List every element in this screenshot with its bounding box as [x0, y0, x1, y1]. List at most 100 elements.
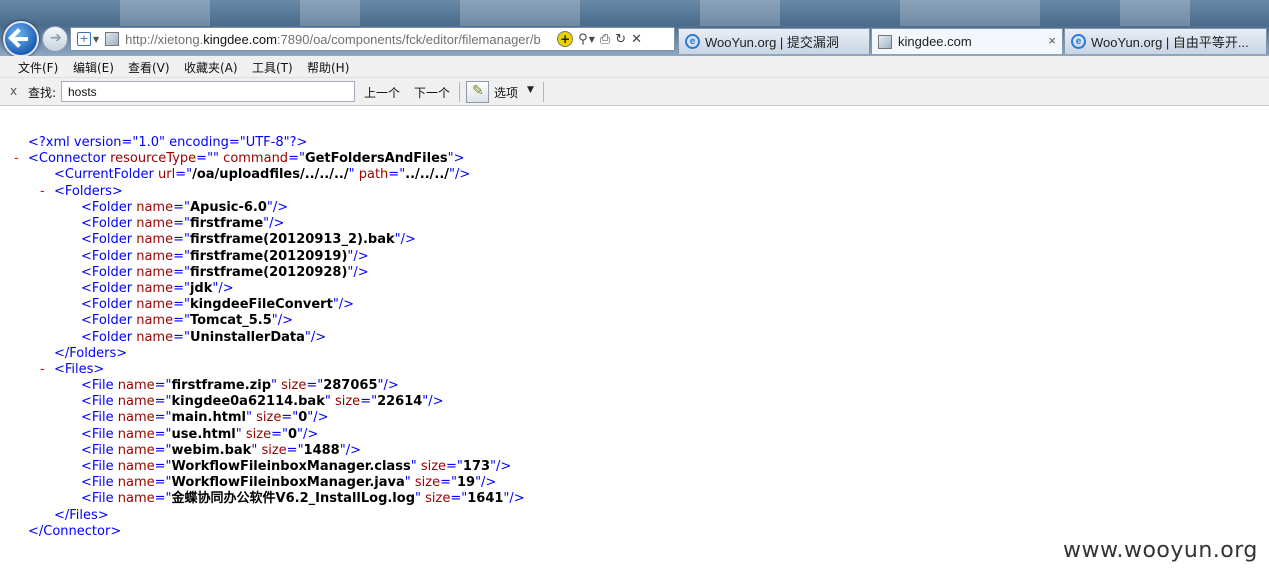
menu-favorites[interactable]: 收藏夹(A) — [184, 59, 238, 76]
file-name: WorkflowFileinboxManager.class — [171, 459, 411, 474]
folder-name: firstframe(20120913_2).bak — [189, 232, 395, 248]
file-size: 1488 — [303, 442, 340, 458]
file-name: main.html — [171, 410, 246, 426]
menu-bar: 文件(F) 编辑(E) 查看(V) 收藏夹(A) 工具(T) 帮助(H) — [0, 56, 1269, 78]
close-icon[interactable]: × — [1048, 33, 1056, 48]
connector-close-tag: </Connector> — [28, 524, 122, 539]
menu-view[interactable]: 查看(V) — [128, 59, 170, 76]
url-domain: kingdee.com — [203, 31, 277, 47]
file-size: 19 — [456, 475, 476, 491]
forward-button[interactable]: ➔ — [42, 26, 68, 52]
menu-help[interactable]: 帮助(H) — [307, 59, 349, 76]
file-entry: <File name="kingdee0a62114.bak" size="22… — [81, 394, 444, 410]
current-folder-tag: <CurrentFolder url="/oa/uploadfiles/../.… — [54, 167, 471, 182]
file-name: kingdee0a62114.bak — [171, 394, 325, 410]
folder-entry: <Folder name="jdk"/> — [81, 281, 234, 296]
folder-entry: <Folder name="Tomcat_5.5"/> — [81, 313, 294, 329]
file-name: WorkflowFileinboxManager.java — [171, 475, 405, 491]
tab-title: WooYun.org | 自由平等开... — [1091, 35, 1249, 50]
files-open-tag: <Files> — [54, 362, 105, 377]
folder-name: UninstallerData — [189, 329, 305, 345]
tab-title: kingdee.com — [898, 34, 972, 49]
folders-close-tag: </Folders> — [54, 346, 128, 361]
file-entry: <File name="金蝶协同办公软件V6.2_InstallLog.log"… — [81, 491, 525, 507]
watermark: www.wooyun.org — [1063, 538, 1258, 563]
folder-name: firstframe — [189, 216, 264, 232]
address-bar[interactable]: + ▼ http://xietong.kingdee.com:7890/oa/c… — [70, 27, 675, 51]
stop-icon[interactable]: ✕ — [631, 32, 642, 47]
file-name: 金蝶协同办公软件V6.2_InstallLog.log — [171, 491, 416, 507]
folders-open-tag: <Folders> — [54, 184, 123, 199]
collapse-toggle-connector[interactable]: - — [14, 151, 19, 167]
files-close-tag: </Files> — [54, 508, 109, 523]
find-next-button[interactable]: 下一个 — [414, 84, 450, 101]
file-size: 287065 — [323, 378, 378, 393]
tab-wooyun-submit[interactable]: e WooYun.org | 提交漏洞 — [678, 28, 870, 54]
folder-name: firstframe(20120919) — [189, 248, 348, 264]
back-button[interactable] — [3, 21, 39, 57]
folder-name: firstframe(20120928) — [189, 264, 348, 280]
current-folder-path: ../../../ — [405, 167, 450, 182]
divider — [543, 82, 544, 102]
ie-icon: e — [1071, 34, 1086, 49]
search-dropdown-icon[interactable]: ▼ — [589, 35, 595, 44]
forward-arrow-icon: ➔ — [50, 30, 62, 46]
menu-file[interactable]: 文件(F) — [18, 59, 58, 76]
folder-entry: <Folder name="firstframe(20120913_2).bak… — [81, 232, 416, 248]
tab-wooyun-home[interactable]: e WooYun.org | 自由平等开... — [1064, 28, 1267, 54]
folder-entry: <Folder name="firstframe(20120928)"/> — [81, 264, 369, 280]
chevron-down-icon[interactable]: ▼ — [527, 85, 534, 95]
refresh-icon[interactable]: ↻ — [615, 32, 626, 47]
file-size: 0 — [298, 410, 308, 426]
divider — [459, 82, 460, 102]
file-size: 1641 — [467, 491, 504, 507]
ie-icon: e — [685, 34, 700, 49]
options-button[interactable]: 选项 — [494, 84, 518, 101]
file-size: 0 — [287, 426, 298, 442]
connector-open-tag: <Connector resourceType="" command="GetF… — [28, 151, 465, 166]
find-bar: x 查找: 上一个 下一个 ✎ 选项 ▼ — [0, 78, 1269, 106]
collapse-toggle-folders[interactable]: - — [40, 184, 45, 200]
folder-entry: <Folder name="UninstallerData"/> — [81, 329, 327, 345]
folder-name: kingdeeFileConvert — [189, 297, 333, 313]
compat-page-icon[interactable]: ⎙ — [600, 32, 610, 47]
find-previous-button[interactable]: 上一个 — [364, 84, 400, 101]
file-size: 173 — [462, 459, 491, 474]
folder-entry: <Folder name="firstframe"/> — [81, 216, 285, 232]
file-entry: <File name="firstframe.zip" size="287065… — [81, 378, 399, 393]
file-entry: <File name="WorkflowFileinboxManager.cla… — [81, 459, 512, 474]
file-entry: <File name="WorkflowFileinboxManager.jav… — [81, 475, 497, 491]
file-name: use.html — [171, 426, 236, 442]
file-name: firstframe.zip — [171, 378, 271, 393]
file-entry: <File name="main.html" size="0"/> — [81, 410, 329, 426]
find-input[interactable] — [61, 81, 355, 102]
folder-name: Tomcat_5.5 — [189, 313, 272, 329]
menu-edit[interactable]: 编辑(E) — [73, 59, 114, 76]
page-icon — [878, 34, 892, 49]
menu-tools[interactable]: 工具(T) — [252, 59, 293, 76]
collapse-toggle-files[interactable]: - — [40, 362, 45, 378]
file-entry: <File name="use.html" size="0"/> — [81, 426, 319, 442]
folder-entry: <Folder name="Apusic-6.0"/> — [81, 200, 289, 215]
close-icon[interactable]: x — [10, 84, 17, 98]
highlighter-icon: ✎ — [472, 83, 484, 99]
chevron-down-icon[interactable]: ▼ — [93, 35, 99, 44]
xml-document: <?xml version="1.0" encoding="UTF-8"?> -… — [0, 107, 1269, 580]
file-size: 22614 — [377, 394, 423, 410]
tab-title: WooYun.org | 提交漏洞 — [705, 35, 839, 50]
tab-kingdee[interactable]: kingdee.com × — [871, 28, 1063, 54]
command-value: GetFoldersAndFiles — [304, 151, 448, 166]
title-bar: ➔ + ▼ http://xietong.kingdee.com:7890/oa… — [0, 0, 1269, 57]
compatibility-view-icon[interactable]: + — [557, 31, 574, 47]
add-favorite-icon[interactable]: + — [77, 32, 91, 46]
url-text[interactable]: http://xietong.kingdee.com:7890/oa/compo… — [125, 32, 555, 47]
search-icon[interactable]: ⚲ — [578, 32, 588, 47]
site-favicon-icon — [105, 32, 120, 46]
browser-window: ➔ + ▼ http://xietong.kingdee.com:7890/oa… — [0, 0, 1269, 580]
xml-declaration: <?xml version="1.0" encoding="UTF-8"?> — [28, 135, 308, 150]
folder-name: jdk — [189, 281, 213, 296]
highlight-matches-button[interactable]: ✎ — [466, 81, 489, 103]
folder-name: Apusic-6.0 — [189, 200, 267, 215]
file-entry: <File name="webim.bak" size="1488"/> — [81, 442, 361, 458]
file-name: webim.bak — [171, 442, 252, 458]
